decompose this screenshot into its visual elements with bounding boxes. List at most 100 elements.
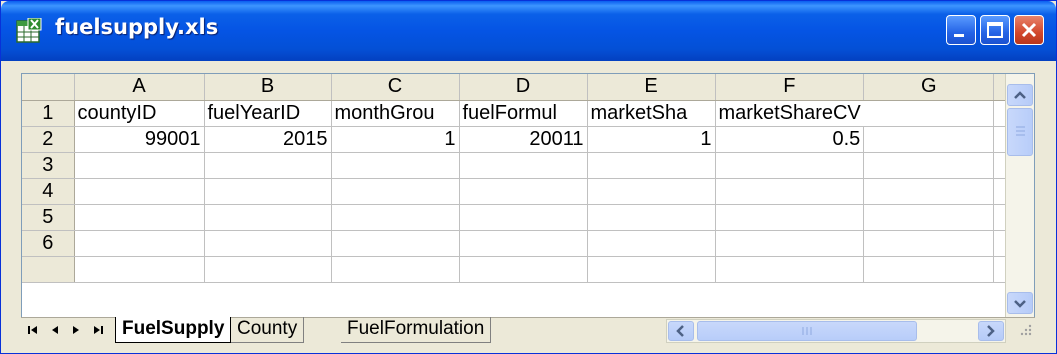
cell-e1[interactable]: marketSha (587, 100, 716, 127)
cell-c5[interactable] (331, 204, 460, 231)
table-row: 5 (22, 204, 1031, 231)
cell-c6[interactable] (331, 230, 460, 257)
scroll-up-button[interactable] (1007, 84, 1033, 106)
column-header-g[interactable]: G (863, 74, 995, 101)
cell-a7[interactable] (74, 256, 205, 283)
table-row: 4 (22, 178, 1031, 205)
first-sheet-icon[interactable] (25, 321, 43, 339)
cell-b7[interactable] (204, 256, 332, 283)
cell-d7[interactable] (459, 256, 588, 283)
cell-f3[interactable] (715, 152, 865, 179)
cell-a2[interactable]: 99001 (74, 126, 205, 153)
cell-g6[interactable] (863, 230, 995, 257)
row-header[interactable]: 3 (22, 152, 75, 179)
spreadsheet-grid: A B C D E F G 1 countyID fuelYearID mont… (22, 74, 1031, 283)
row-header[interactable]: 2 (22, 126, 75, 153)
cell-d2[interactable]: 20011 (459, 126, 588, 153)
cell-f1[interactable]: marketShareCV (715, 100, 864, 127)
tab-county[interactable]: County (231, 317, 305, 343)
scroll-right-button[interactable] (978, 321, 1004, 341)
cell-a1[interactable]: countyID (74, 100, 205, 127)
previous-sheet-icon[interactable] (47, 321, 65, 339)
cell-c3[interactable] (331, 152, 460, 179)
cell-c2[interactable]: 1 (331, 126, 460, 153)
scroll-down-button[interactable] (1007, 292, 1033, 314)
column-header-f[interactable]: F (715, 74, 865, 101)
chevron-up-icon (1014, 91, 1026, 99)
cell-d4[interactable] (459, 178, 588, 205)
cell-f2[interactable]: 0.5 (715, 126, 865, 153)
cell-b5[interactable] (204, 204, 332, 231)
tab-fuelformulation[interactable]: FuelFormulation (341, 317, 492, 343)
grip-lines-icon (1016, 126, 1025, 136)
cell-f6[interactable] (715, 230, 865, 257)
cell-c4[interactable] (331, 178, 460, 205)
row-header-partial[interactable] (22, 256, 75, 283)
row-header[interactable]: 6 (22, 230, 75, 257)
cell-g5[interactable] (863, 204, 995, 231)
cell-f7[interactable] (715, 256, 865, 283)
cell-f4[interactable] (715, 178, 865, 205)
title-bar[interactable]: fuelsupply.xls (1, 1, 1056, 61)
cell-c7[interactable] (331, 256, 460, 283)
resize-grip-icon[interactable] (1015, 321, 1033, 339)
row-header[interactable]: 4 (22, 178, 75, 205)
table-row: 2 99001 2015 1 20011 1 0.5 (22, 126, 1031, 153)
select-all-corner[interactable] (22, 74, 75, 101)
cell-b2[interactable]: 2015 (204, 126, 332, 153)
table-row (22, 256, 1031, 283)
horizontal-scrollbar[interactable] (666, 319, 1006, 343)
cell-g1[interactable] (863, 100, 995, 127)
cell-d6[interactable] (459, 230, 588, 257)
row-header[interactable]: 5 (22, 204, 75, 231)
next-sheet-icon[interactable] (67, 321, 85, 339)
column-header-b[interactable]: B (204, 74, 332, 101)
cell-b1[interactable]: fuelYearID (204, 100, 332, 127)
minimize-button[interactable] (946, 15, 976, 45)
column-header-e[interactable]: E (587, 74, 716, 101)
tab-fuelsupply[interactable]: FuelSupply (115, 317, 232, 343)
cell-e5[interactable] (587, 204, 716, 231)
cell-d5[interactable] (459, 204, 588, 231)
cell-g3[interactable] (863, 152, 995, 179)
maximize-button[interactable] (980, 15, 1010, 45)
sheet-tab-bar: FuelSupply County FuelFormulation (21, 317, 1035, 343)
workbook-window: fuelsupply.xls A B C D E F G 1 countyID … (0, 0, 1057, 354)
worksheet-area: A B C D E F G 1 countyID fuelYearID mont… (21, 73, 1035, 343)
cell-b3[interactable] (204, 152, 332, 179)
column-header-c[interactable]: C (331, 74, 460, 101)
last-sheet-icon[interactable] (89, 321, 107, 339)
close-button[interactable] (1014, 15, 1044, 45)
cell-e4[interactable] (587, 178, 716, 205)
cell-e2[interactable]: 1 (587, 126, 716, 153)
table-row: 6 (22, 230, 1031, 257)
cell-f5[interactable] (715, 204, 865, 231)
cell-c1[interactable]: monthGrou (331, 100, 460, 127)
excel-workbook-icon[interactable] (16, 17, 42, 44)
cell-b4[interactable] (204, 178, 332, 205)
cell-d1[interactable]: fuelFormul (459, 100, 588, 127)
cell-d3[interactable] (459, 152, 588, 179)
chevron-right-icon (987, 325, 995, 337)
grip-lines-icon (802, 327, 812, 335)
row-header[interactable]: 1 (22, 100, 75, 127)
cell-g4[interactable] (863, 178, 995, 205)
cell-b6[interactable] (204, 230, 332, 257)
window-title: fuelsupply.xls (55, 15, 219, 39)
cell-a3[interactable] (74, 152, 205, 179)
vertical-scrollbar[interactable] (1005, 74, 1034, 319)
cell-g2[interactable] (863, 126, 995, 153)
scroll-left-button[interactable] (668, 321, 694, 341)
cell-e3[interactable] (587, 152, 716, 179)
cell-a6[interactable] (74, 230, 205, 257)
column-header-d[interactable]: D (459, 74, 588, 101)
vertical-scroll-thumb[interactable] (1007, 108, 1033, 156)
cell-e7[interactable] (587, 256, 716, 283)
cell-g7[interactable] (863, 256, 995, 283)
cell-e6[interactable] (587, 230, 716, 257)
horizontal-scroll-thumb[interactable] (697, 321, 917, 341)
column-header-a[interactable]: A (74, 74, 205, 101)
cell-a4[interactable] (74, 178, 205, 205)
cell-a5[interactable] (74, 204, 205, 231)
table-row: 1 countyID fuelYearID monthGrou fuelForm… (22, 100, 1031, 127)
